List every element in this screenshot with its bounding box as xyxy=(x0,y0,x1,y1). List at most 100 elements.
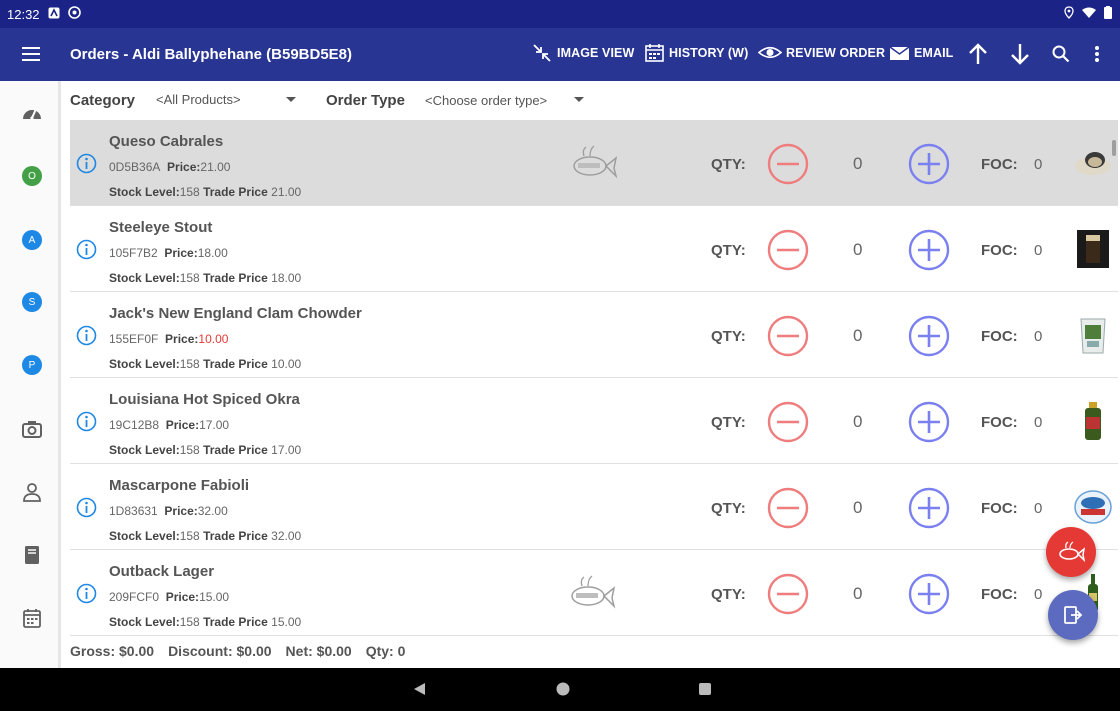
sidebar-item-s[interactable]: S xyxy=(21,291,43,313)
app-bar: Orders - Aldi Ballyphehane (B59BD5E8) IM… xyxy=(0,28,1120,81)
notification-sync-icon xyxy=(67,6,81,22)
trade-price-label: Trade Price xyxy=(203,529,268,543)
product-name: Mascarpone Fabioli xyxy=(109,477,250,494)
increase-qty-button[interactable] xyxy=(908,401,950,448)
decrease-qty-button[interactable] xyxy=(767,401,809,448)
foc-value[interactable]: 0 xyxy=(1034,586,1042,603)
book-icon[interactable] xyxy=(21,544,43,566)
trade-price-value: 15.00 xyxy=(271,615,302,629)
stock-level-label: Stock Level: xyxy=(109,529,180,543)
camera-icon[interactable] xyxy=(21,418,43,440)
info-icon[interactable] xyxy=(76,325,97,351)
product-stock-line: Stock Level:158 Trade Price 15.00 xyxy=(109,615,301,629)
recents-icon[interactable] xyxy=(698,682,712,701)
stock-level-label: Stock Level: xyxy=(109,615,180,629)
review-order-button[interactable]: REVIEW ORDER xyxy=(758,42,885,63)
order-totals: Gross: $0.00 Discount: $0.00 Net: $0.00 … xyxy=(70,643,405,659)
email-button[interactable]: EMAIL xyxy=(889,42,953,63)
stock-level-value: 158 xyxy=(179,529,200,543)
price-label: Price: xyxy=(167,160,201,174)
stock-level-value: 158 xyxy=(179,615,200,629)
gross-total: Gross: $0.00 xyxy=(70,643,155,659)
info-icon[interactable] xyxy=(76,583,97,609)
home-icon[interactable] xyxy=(556,682,570,701)
foc-value[interactable]: 0 xyxy=(1034,414,1042,431)
filter-bar: Category <All Products> Order Type <Choo… xyxy=(70,81,1120,120)
increase-qty-button[interactable] xyxy=(908,487,950,534)
product-thumbnail[interactable] xyxy=(1073,142,1113,184)
decrease-qty-button[interactable] xyxy=(767,143,809,190)
history-button[interactable]: HISTORY (W) xyxy=(644,42,748,63)
brand-fab-button[interactable] xyxy=(1046,527,1096,577)
search-icon[interactable] xyxy=(1052,45,1070,68)
increase-qty-button[interactable] xyxy=(908,229,950,276)
sidebar-item-p[interactable]: P xyxy=(21,354,43,376)
product-thumbnail[interactable] xyxy=(1073,228,1113,270)
product-row[interactable]: Queso Cabrales 0D5B36A Price:21.00 Stock… xyxy=(70,120,1118,206)
scrollbar-thumb[interactable] xyxy=(1112,140,1116,156)
product-row[interactable]: Mascarpone Fabioli 1D83631 Price:32.00 S… xyxy=(70,464,1118,550)
trade-price-value: 18.00 xyxy=(271,271,302,285)
email-icon xyxy=(889,46,910,60)
foc-value[interactable]: 0 xyxy=(1034,242,1042,259)
menu-icon[interactable] xyxy=(22,47,40,61)
info-icon[interactable] xyxy=(76,153,97,179)
qty-value[interactable]: 0 xyxy=(853,240,862,260)
back-icon[interactable] xyxy=(412,682,426,701)
decrease-qty-button[interactable] xyxy=(767,573,809,620)
increase-qty-button[interactable] xyxy=(908,573,950,620)
qty-value[interactable]: 0 xyxy=(853,584,862,604)
product-row[interactable]: Steeleye Stout 105F7B2 Price:18.00 Stock… xyxy=(70,206,1118,292)
dashboard-icon[interactable] xyxy=(21,101,43,123)
product-thumbnail[interactable] xyxy=(1073,486,1113,528)
arrow-up-icon[interactable] xyxy=(967,42,989,71)
order-type-select[interactable]: <Choose order type> xyxy=(425,93,547,108)
trade-price-value: 17.00 xyxy=(271,443,302,457)
stock-level-label: Stock Level: xyxy=(109,443,180,457)
person-icon[interactable] xyxy=(21,481,43,503)
more-options-icon[interactable] xyxy=(1094,45,1100,68)
product-code-price: 105F7B2 Price:18.00 xyxy=(109,246,228,260)
foc-label: FOC: xyxy=(981,414,1018,431)
product-code-price: 0D5B36A Price:21.00 xyxy=(109,160,230,174)
info-icon[interactable] xyxy=(76,239,97,265)
category-dropdown-icon[interactable] xyxy=(286,97,296,102)
decrease-qty-button[interactable] xyxy=(767,229,809,276)
category-label: Category xyxy=(70,92,136,109)
foc-label: FOC: xyxy=(981,328,1018,345)
stock-level-label: Stock Level: xyxy=(109,357,180,371)
discount-total: Discount: $0.00 xyxy=(168,643,272,659)
category-select[interactable]: <All Products> xyxy=(156,92,241,107)
arrow-down-icon[interactable] xyxy=(1009,42,1031,71)
qty-value[interactable]: 0 xyxy=(853,154,862,174)
sidebar-item-o[interactable]: O xyxy=(21,165,43,187)
info-icon[interactable] xyxy=(76,497,97,523)
product-name: Louisiana Hot Spiced Okra xyxy=(109,391,300,408)
foc-value[interactable]: 0 xyxy=(1034,328,1042,345)
product-thumbnail[interactable] xyxy=(1073,400,1113,442)
decrease-qty-button[interactable] xyxy=(767,315,809,362)
product-thumbnail[interactable] xyxy=(1073,314,1113,356)
sidebar-p-badge: P xyxy=(22,355,42,375)
qty-value[interactable]: 0 xyxy=(853,498,862,518)
qty-value[interactable]: 0 xyxy=(853,326,862,346)
foc-value[interactable]: 0 xyxy=(1034,156,1042,173)
increase-qty-button[interactable] xyxy=(908,143,950,190)
calendar-grid-icon[interactable] xyxy=(21,607,43,629)
image-view-button[interactable]: IMAGE VIEW xyxy=(531,42,634,64)
product-price: 15.00 xyxy=(199,590,230,604)
product-name: Outback Lager xyxy=(109,563,215,580)
location-icon xyxy=(1064,6,1074,22)
foc-value[interactable]: 0 xyxy=(1034,500,1042,517)
exit-fab-button[interactable] xyxy=(1048,590,1098,640)
sidebar-item-a[interactable]: A xyxy=(21,229,43,251)
product-row[interactable]: Outback Lager 209FCF0 Price:15.00 Stock … xyxy=(70,550,1118,636)
product-row[interactable]: Louisiana Hot Spiced Okra 19C12B8 Price:… xyxy=(70,378,1118,464)
info-icon[interactable] xyxy=(76,411,97,437)
order-type-dropdown-icon[interactable] xyxy=(574,97,584,102)
increase-qty-button[interactable] xyxy=(908,315,950,362)
qty-value[interactable]: 0 xyxy=(853,412,862,432)
product-stock-line: Stock Level:158 Trade Price 10.00 xyxy=(109,357,301,371)
product-row[interactable]: Jack's New England Clam Chowder 155EF0F … xyxy=(70,292,1118,378)
decrease-qty-button[interactable] xyxy=(767,487,809,534)
